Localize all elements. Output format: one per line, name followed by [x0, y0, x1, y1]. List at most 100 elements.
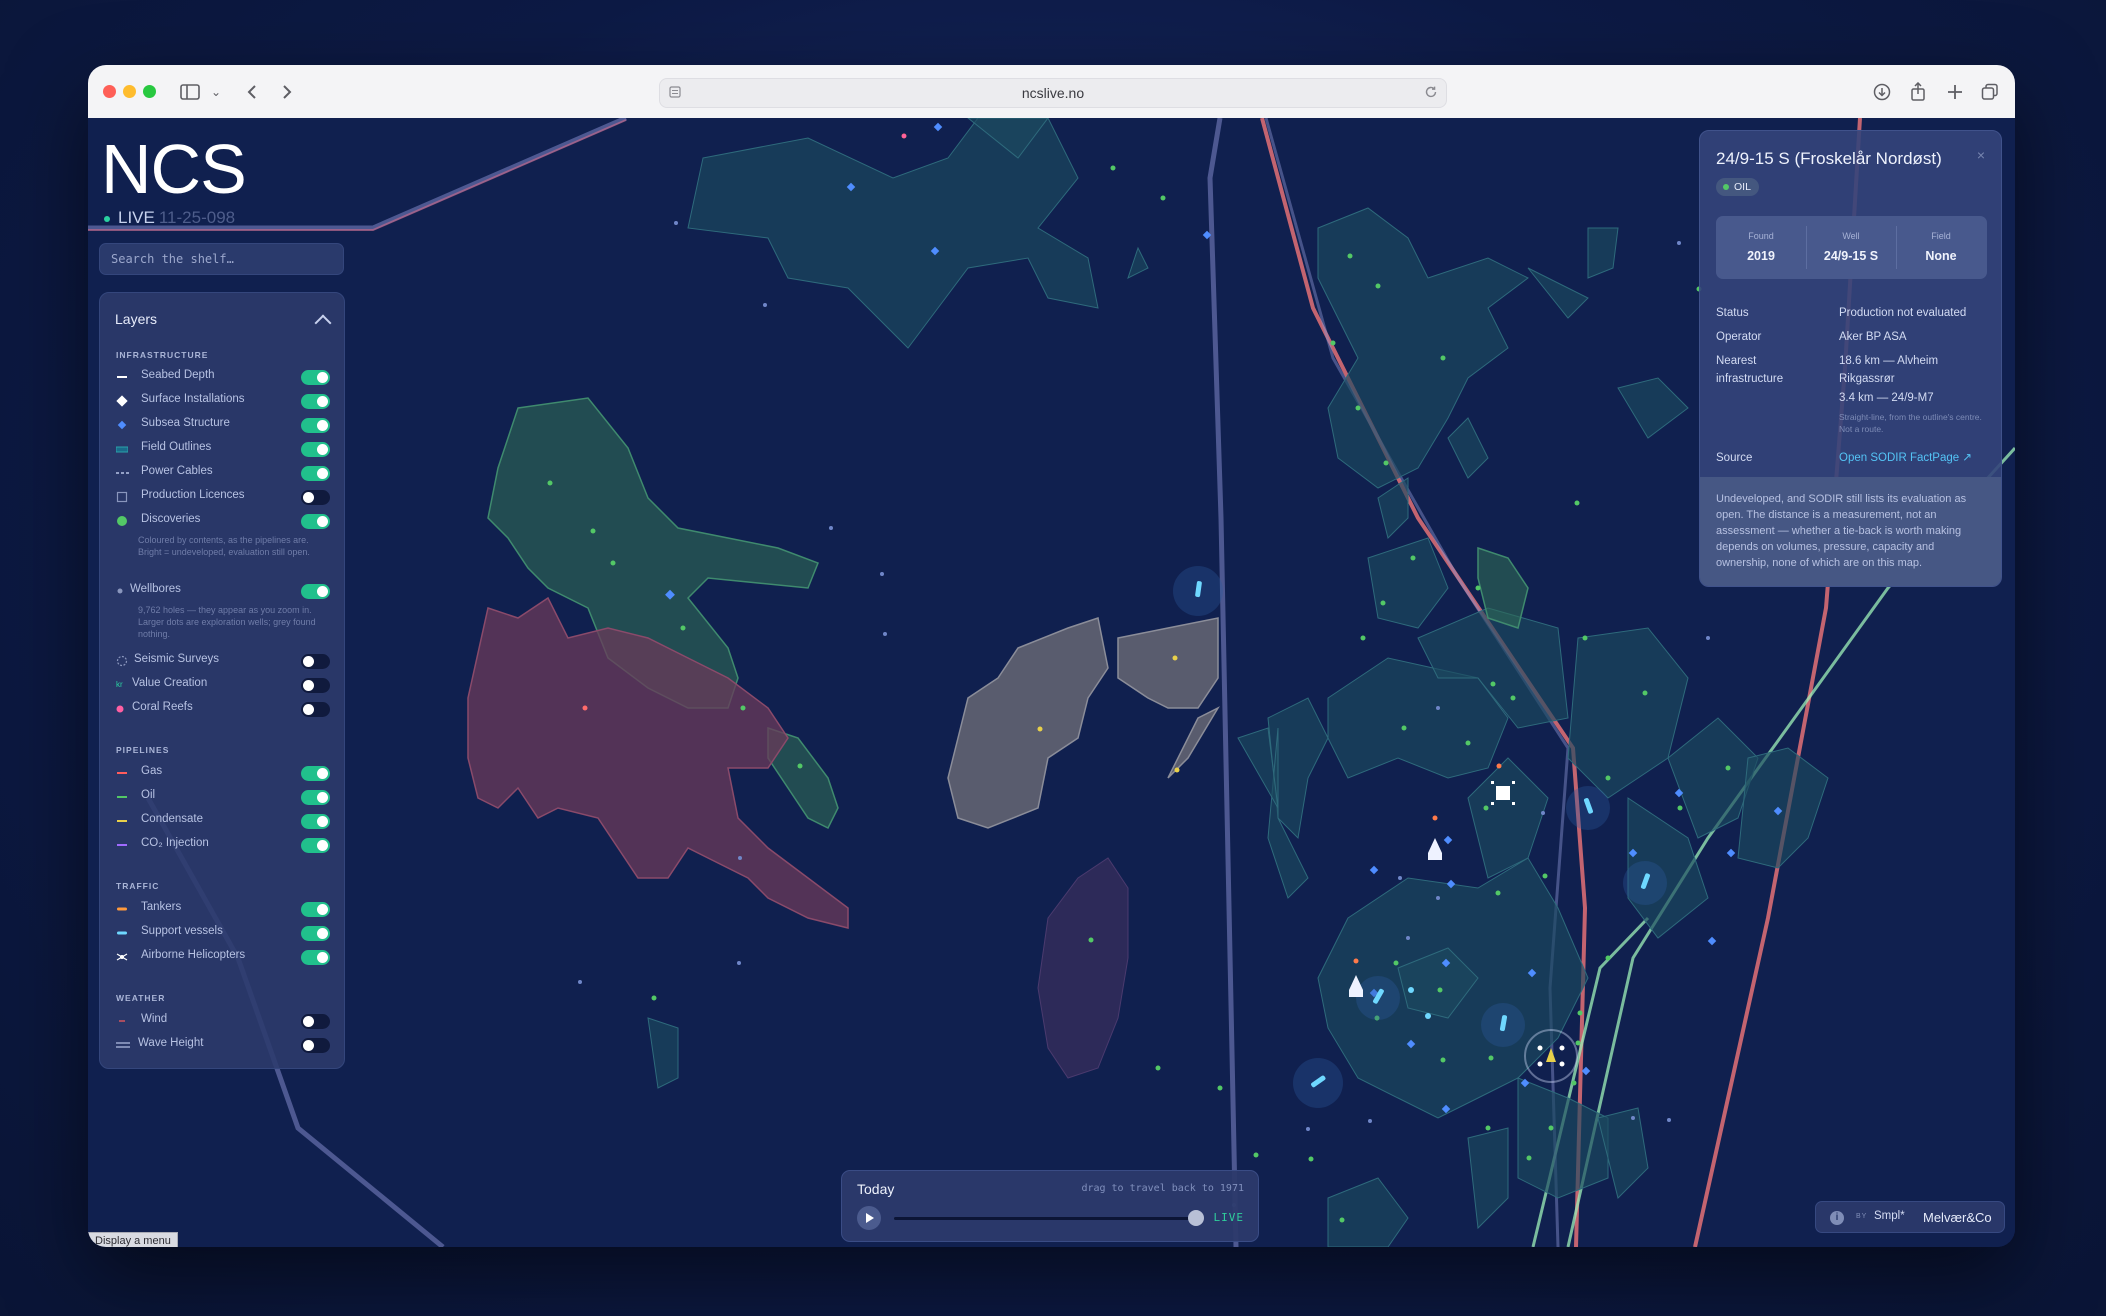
layer-row-tankers[interactable]: Tankers — [116, 900, 330, 918]
layer-row-airborne-helicopters[interactable]: Airborne Helicopters — [116, 948, 330, 966]
live-code: 11-25-098 — [158, 208, 236, 227]
layer-row-production-licences[interactable]: Production Licences — [116, 488, 330, 506]
nearest-infrastructure-1-line2: Rikgassrør — [1839, 373, 1895, 385]
timeline-slider-handle[interactable] — [1188, 1210, 1204, 1226]
layer-toggle[interactable] — [301, 370, 330, 385]
layer-row-support-vessels[interactable]: Support vessels — [116, 924, 330, 942]
layer-toggle[interactable] — [301, 814, 330, 829]
layer-toggle[interactable] — [301, 442, 330, 457]
stat-value: 24/9-15 S — [1823, 249, 1879, 263]
search-box[interactable] — [99, 243, 344, 275]
layer-toggle[interactable] — [301, 766, 330, 781]
layer-toggle[interactable] — [301, 654, 330, 669]
layer-label: Wellbores — [130, 583, 181, 595]
layer-toggle[interactable] — [301, 678, 330, 693]
forward-icon[interactable] — [273, 78, 301, 106]
layer-label: Surface Installations — [141, 393, 245, 405]
seismic-survey-icon — [116, 655, 128, 667]
layer-toggle[interactable] — [301, 1038, 330, 1053]
menu-tooltip: Display a menu — [88, 1232, 178, 1247]
chevron-down-icon[interactable]: ⌄ — [202, 78, 230, 106]
layer-row-wellbores[interactable]: Wellbores — [116, 582, 330, 600]
layer-toggle[interactable] — [301, 584, 330, 599]
timeline-slider[interactable] — [894, 1217, 1202, 1220]
layer-row-field-outlines[interactable]: Field Outlines — [116, 440, 330, 458]
layer-label: Production Licences — [141, 489, 245, 501]
address-bar[interactable]: ncslive.no — [659, 78, 1447, 108]
layer-toggle[interactable] — [301, 466, 330, 481]
wave-height-icon — [116, 1039, 130, 1051]
minimize-window-button[interactable] — [123, 85, 136, 98]
layer-row-seabed-depth[interactable]: Seabed Depth — [116, 368, 330, 386]
layer-row-wind[interactable]: Wind — [116, 1012, 330, 1030]
layer-label: Support vessels — [141, 925, 223, 937]
layer-label: Oil — [141, 789, 156, 801]
layer-row-oil[interactable]: Oil — [116, 788, 330, 806]
detail-footnote: Undeveloped, and SODIR still lists its e… — [1716, 493, 1967, 569]
nearest-label-line1: Nearest — [1716, 355, 1757, 367]
wellbores-note: 9,762 holes — they appear as you zoom in… — [138, 605, 316, 639]
layer-toggle[interactable] — [301, 514, 330, 529]
layer-toggle[interactable] — [301, 838, 330, 853]
close-icon[interactable]: × — [1977, 147, 1985, 163]
layer-row-value-creation[interactable]: kr Value Creation — [116, 676, 330, 694]
timeline-hint: drag to travel back to 1971 — [1081, 1183, 1244, 1194]
layer-toggle[interactable] — [301, 702, 330, 717]
layer-label: Condensate — [141, 813, 204, 825]
layer-toggle[interactable] — [301, 902, 330, 917]
layer-row-coral-reefs[interactable]: Coral Reefs — [116, 700, 330, 718]
collapse-chevron-icon[interactable] — [314, 314, 332, 332]
layer-toggle[interactable] — [301, 490, 330, 505]
credit-by: BY — [1856, 1213, 1868, 1220]
info-icon[interactable]: i — [1830, 1211, 1844, 1225]
section-infrastructure: INFRASTRUCTURE — [116, 350, 209, 360]
nearest-infrastructure-2: 3.4 km — 24/9-M7 — [1839, 392, 1934, 404]
tab-overview-icon[interactable] — [1976, 78, 2004, 106]
layer-toggle[interactable] — [301, 418, 330, 433]
layer-row-wave-height[interactable]: Wave Height — [116, 1036, 330, 1054]
helicopter-icon — [116, 951, 128, 963]
layers-header[interactable]: Layers — [115, 311, 332, 332]
search-input[interactable] — [100, 244, 343, 274]
new-tab-icon[interactable] — [1941, 78, 1969, 106]
layer-toggle[interactable] — [301, 1014, 330, 1029]
layer-row-seismic-surveys[interactable]: Seismic Surveys — [116, 652, 330, 670]
layer-toggle[interactable] — [301, 926, 330, 941]
layer-row-discoveries[interactable]: Discoveries — [116, 512, 330, 530]
live-status: LIVE 11-25-098 — [104, 208, 235, 228]
layer-label: Coral Reefs — [132, 701, 193, 713]
stat-value: None — [1925, 249, 1957, 263]
layer-toggle[interactable] — [301, 394, 330, 409]
layer-toggle[interactable] — [301, 790, 330, 805]
credit-studio[interactable]: Smpl* — [1874, 1210, 1905, 1222]
reload-icon[interactable] — [1424, 85, 1438, 99]
detail-footnote-box: Undeveloped, and SODIR still lists its e… — [1700, 477, 2001, 586]
section-traffic: TRAFFIC — [116, 881, 160, 891]
stat-field: Field None — [1896, 216, 1986, 279]
layer-row-gas[interactable]: Gas — [116, 764, 330, 782]
layer-row-co2-injection[interactable]: CO₂ Injection — [116, 836, 330, 854]
map-canvas[interactable]: NCS LIVE11-25-098 Layers INFRASTRUCTURE … — [88, 118, 2015, 1247]
play-button[interactable] — [857, 1206, 881, 1230]
layer-row-surface-installations[interactable]: Surface Installations — [116, 392, 330, 410]
timeline-label: Today — [857, 1181, 895, 1197]
layer-row-power-cables[interactable]: Power Cables — [116, 464, 330, 482]
operator-value: Aker BP ASA — [1839, 331, 1907, 343]
download-icon[interactable] — [1868, 78, 1896, 106]
credit-bar: i BY Smpl* Melvær&Co — [1815, 1201, 2005, 1233]
stat-key: Found — [1748, 231, 1774, 241]
layer-label: Airborne Helicopters — [141, 949, 246, 961]
layer-label: Discoveries — [141, 513, 201, 525]
back-icon[interactable] — [238, 78, 266, 106]
close-window-button[interactable] — [103, 85, 116, 98]
layer-row-subsea-structure[interactable]: Subsea Structure — [116, 416, 330, 434]
timeline-live-label[interactable]: LIVE — [1214, 1211, 1245, 1224]
zoom-window-button[interactable] — [143, 85, 156, 98]
sodir-factpage-link[interactable]: Open SODIR FactPage ↗ — [1839, 449, 1972, 467]
layer-label: Subsea Structure — [141, 417, 230, 429]
share-icon[interactable] — [1904, 78, 1932, 106]
layer-toggle[interactable] — [301, 950, 330, 965]
layer-row-condensate[interactable]: Condensate — [116, 812, 330, 830]
sidebar-toggle-icon[interactable] — [176, 78, 204, 106]
credit-partner[interactable]: Melvær&Co — [1923, 1210, 1992, 1225]
